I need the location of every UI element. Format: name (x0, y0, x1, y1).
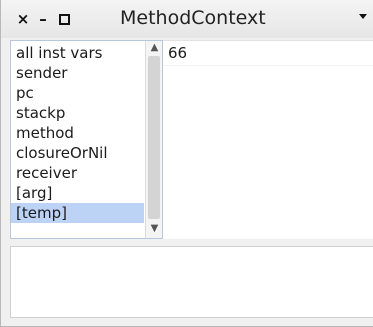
field-list-item[interactable]: stackp (11, 103, 144, 123)
scroll-up-icon[interactable]: ▲ (148, 41, 161, 55)
scroll-down-icon[interactable]: ▼ (148, 222, 161, 236)
field-list-item[interactable]: [temp] (11, 203, 144, 223)
field-list-item[interactable]: sender (11, 63, 144, 83)
minimize-icon: – (39, 10, 47, 28)
close-icon: × (16, 10, 30, 28)
field-list-scrollbar[interactable]: ▲ ▼ (145, 41, 162, 238)
maximize-icon (59, 14, 70, 25)
field-list-item[interactable]: [arg] (11, 183, 144, 203)
field-list-item[interactable]: method (11, 123, 144, 143)
evaluator-pane[interactable] (10, 246, 373, 318)
minimize-button[interactable]: – (35, 11, 51, 27)
inspector-window: × – MethodContext all inst vars sender pc s… (0, 0, 373, 327)
maximize-button[interactable] (56, 11, 72, 27)
field-list-item[interactable]: all inst vars (11, 43, 144, 63)
field-list-pane[interactable]: all inst vars sender pc stackp method closure… (10, 40, 163, 239)
field-list-item[interactable]: pc (11, 83, 144, 103)
close-button[interactable]: × (15, 11, 31, 27)
title-bar[interactable]: × – MethodContext (1, 0, 373, 38)
window-menu-button[interactable] (359, 14, 367, 19)
field-list-item[interactable]: closureOrNil (11, 143, 144, 163)
field-list-item[interactable]: receiver (11, 163, 144, 183)
scroll-thumb[interactable] (148, 56, 160, 219)
field-value: 66 (168, 44, 188, 62)
value-pane[interactable]: 66 (163, 40, 373, 239)
value-divider (163, 65, 373, 66)
window-title: MethodContext (120, 7, 266, 29)
field-list[interactable]: all inst vars sender pc stackp method closure… (11, 43, 144, 223)
